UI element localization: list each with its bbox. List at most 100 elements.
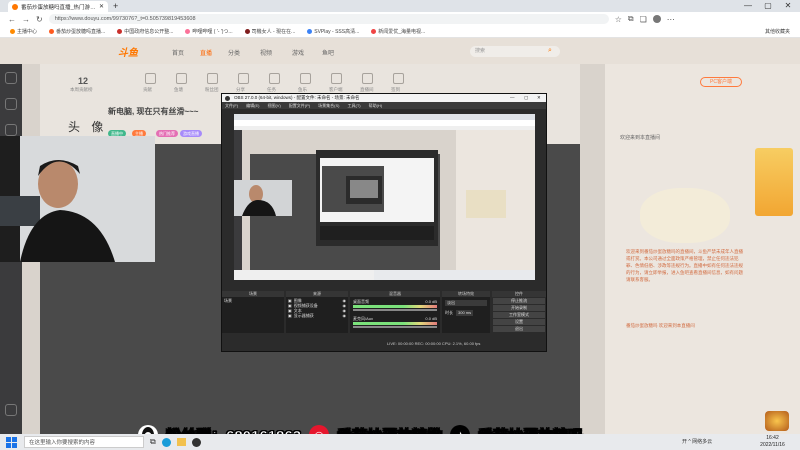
room-tag[interactable]: 游戏直播	[180, 130, 202, 137]
event-badge-icon[interactable]	[765, 411, 789, 431]
obs-control-button[interactable]: 退出	[493, 326, 545, 332]
browser-tab[interactable]: 番茄炒蛋放糖吗直播_热门游戏直播_斗鱼直播 ✕	[8, 1, 108, 12]
nav-video[interactable]: 视频	[260, 48, 272, 57]
room-action-icon[interactable]	[300, 73, 311, 84]
favorites-star-icon[interactable]: ☆	[615, 15, 622, 24]
collections-icon[interactable]: ❏	[640, 15, 647, 24]
scene-item[interactable]: 场景	[224, 298, 282, 303]
mixer-channel-db: 0.0 dB	[425, 316, 437, 321]
source-item[interactable]: ▣ 显示器捕获 ◉	[288, 313, 347, 319]
obs-menu-item[interactable]: 工具(T)	[347, 102, 360, 109]
bookmark-item[interactable]: 主播中心	[10, 28, 37, 35]
volume-slider[interactable]	[353, 326, 437, 328]
windows-taskbar: 在这里输入你要搜索的内容 ⧉	[0, 434, 800, 450]
bookmark-item[interactable]: 哔哩哔哩 ( '- ')つ...	[185, 28, 233, 35]
other-favorites[interactable]: 其他收藏夹	[765, 28, 790, 35]
bookmark-item[interactable]: 中国政府信息公开整...	[117, 28, 173, 35]
system-tray[interactable]: 开 ^ 网络多云	[682, 438, 712, 445]
anchor-name: 头 像	[68, 120, 108, 134]
profile-avatar[interactable]	[652, 15, 661, 23]
obs-control-button[interactable]: 设置	[493, 319, 545, 325]
tab-close-icon[interactable]: ✕	[99, 3, 104, 10]
edge-browser-icon[interactable]	[161, 437, 171, 447]
volume-slider[interactable]	[353, 309, 437, 311]
obs-maximize-button[interactable]: ▢	[524, 94, 528, 102]
windows-start-icon[interactable]	[4, 435, 18, 449]
browser-tab-strip: 番茄炒蛋放糖吗直播_热门游戏直播_斗鱼直播 ✕ + — ▢ ✕	[0, 0, 800, 12]
room-action-label: 鱼塘	[174, 87, 183, 92]
window-maximize-button[interactable]: ▢	[758, 0, 778, 12]
room-action-icon[interactable]	[207, 73, 218, 84]
obs-window[interactable]: OBS 27.0.0 (64-bit, windows) - 配置文件: 未命名…	[221, 93, 547, 352]
obs-menu-item[interactable]: 编辑(E)	[246, 102, 259, 109]
room-action-icon[interactable]	[331, 73, 342, 84]
nav-category[interactable]: 分类	[228, 48, 240, 57]
contribution-rank-label: 本周贡献榜	[70, 87, 93, 92]
volume-meter	[353, 322, 437, 325]
rail-home-icon[interactable]	[5, 72, 17, 84]
rail-category-icon[interactable]	[5, 124, 17, 136]
obs-menu-item[interactable]: 帮助(H)	[369, 102, 383, 109]
bookmark-item[interactable]: 司機女人 - 現在在...	[244, 28, 295, 35]
room-action-icon[interactable]	[238, 73, 249, 84]
obs-menu-item[interactable]: 文件(F)	[225, 102, 238, 109]
new-tab-button[interactable]: +	[113, 0, 118, 12]
obs-menu-item[interactable]: 配置文件(P)	[289, 102, 310, 109]
visibility-eye-icon[interactable]: ◉	[343, 313, 347, 318]
obs-control-button[interactable]: 工作室模式	[493, 312, 545, 318]
sources-list[interactable]: ▣ 图像 ◉ ▣ 视频捕获设备 ◉ ▣ 文本 ◉ ▣ 显示器捕获 ◉	[286, 297, 348, 333]
pc-client-button[interactable]: PC客户端	[700, 77, 742, 87]
transition-type[interactable]: 淡出	[445, 300, 487, 306]
obs-control-button[interactable]: 停止推流	[493, 298, 545, 304]
contribution-rank[interactable]: 12	[78, 76, 88, 86]
room-action-icon[interactable]	[362, 73, 373, 84]
more-menu-icon[interactable]: ⋯	[667, 15, 675, 24]
window-minimize-button[interactable]: —	[738, 0, 758, 12]
nav-home[interactable]: 首页	[172, 48, 184, 57]
obs-control-button[interactable]: 开始录制	[493, 305, 545, 311]
bookmark-favicon-icon	[117, 29, 123, 34]
site-search-input[interactable]: 搜索	[470, 46, 560, 57]
audio-mixer[interactable]: 桌面音频 0.0 dB 麦克风/Aux 0.0 dB	[350, 297, 440, 333]
nav-game[interactable]: 游戏	[292, 48, 304, 57]
room-action-icon[interactable]	[176, 73, 187, 84]
douyu-logo[interactable]: 斗鱼	[118, 44, 148, 59]
mixer-channel-db: 0.0 dB	[425, 299, 437, 304]
transitions-panel[interactable]: 淡出 时长 300 ms	[442, 297, 490, 333]
nav-live[interactable]: 直播	[200, 48, 212, 57]
rail-follow-icon[interactable]	[5, 98, 17, 110]
file-explorer-icon[interactable]	[176, 438, 186, 446]
url-input[interactable]: https://www.douyu.com/9973076?_t=0.50573…	[48, 14, 609, 24]
obs-menu-item[interactable]: 视图(V)	[267, 102, 280, 109]
refresh-icon[interactable]: ↻	[36, 15, 43, 24]
taskbar-clock[interactable]: 16:42 2022/11/16	[750, 434, 795, 450]
bookmark-item[interactable]: SVPlay - SSS高清...	[307, 28, 359, 35]
window-close-button[interactable]: ✕	[778, 0, 798, 12]
obs-taskbar-icon[interactable]	[191, 437, 201, 447]
obs-minimize-button[interactable]: —	[510, 94, 515, 102]
back-arrow-icon[interactable]: ←	[8, 15, 16, 24]
room-tag[interactable]: 热门推荐	[156, 130, 178, 137]
browser-tab-title: 番茄炒蛋放糖吗直播_热门游戏直播_斗鱼直播	[21, 4, 96, 11]
room-action-icon[interactable]	[393, 73, 404, 84]
transition-duration-input[interactable]: 300 ms	[456, 310, 474, 316]
mixer-channel: 桌面音频 0.0 dB	[353, 299, 437, 311]
scenes-list[interactable]: 场景	[222, 297, 284, 333]
obs-preview-canvas[interactable]	[234, 114, 535, 280]
bookmark-item[interactable]: 番茄炒蛋放糖吗直播...	[49, 28, 105, 35]
extensions-icon[interactable]: ⧉	[628, 14, 634, 24]
room-action-icon[interactable]	[269, 73, 280, 84]
obs-close-button[interactable]: ✕	[537, 94, 541, 102]
nav-fishbar[interactable]: 鱼吧	[322, 48, 334, 57]
search-icon[interactable]: ⌕	[548, 47, 552, 55]
bookmark-item[interactable]: 新闻爱优_海量电视...	[371, 28, 425, 35]
rail-more-icon[interactable]	[5, 404, 17, 416]
taskbar-search-input[interactable]: 在这里输入你要搜索的内容	[24, 436, 144, 448]
forward-arrow-icon[interactable]: →	[22, 15, 30, 24]
streamer-figure-icon	[0, 136, 155, 262]
room-action-icon[interactable]	[145, 73, 156, 84]
anime-mascot-image	[640, 188, 730, 243]
promo-banner[interactable]	[755, 148, 793, 216]
task-view-icon[interactable]: ⧉	[150, 437, 156, 447]
obs-menu-item[interactable]: 场景集合(S)	[318, 102, 339, 109]
